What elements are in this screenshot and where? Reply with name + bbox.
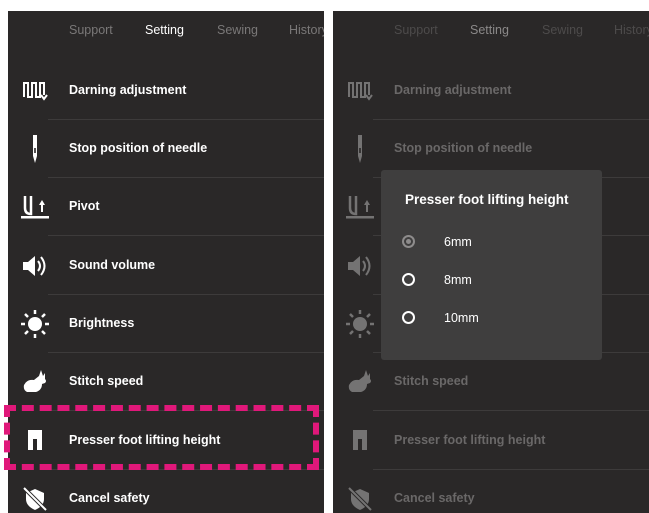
option-10mm[interactable]: 10mm <box>402 307 582 331</box>
menu-item-pivot[interactable]: Pivot <box>8 178 324 236</box>
speaker-icon <box>20 251 50 281</box>
option-8mm[interactable]: 8mm <box>402 269 582 293</box>
tab-support[interactable]: Support <box>69 23 113 37</box>
menu-item-label: Stop position of needle <box>69 141 208 155</box>
menu-item-stitch-speed[interactable]: Stitch speed <box>8 353 324 411</box>
sun-icon <box>20 309 50 339</box>
menu-item-stop-position-of-needle[interactable]: Stop position of needle <box>8 120 324 178</box>
tab-history[interactable]: History <box>289 23 324 37</box>
menu-item-cancel-safety: Cancel safety <box>333 470 649 513</box>
menu-item-label: Darning adjustment <box>394 83 512 97</box>
menu-item-darning-adjustment[interactable]: Darning adjustment <box>8 62 324 120</box>
radio[interactable] <box>402 311 415 324</box>
option-label: 6mm <box>444 235 472 249</box>
menu-item-brightness[interactable]: Brightness <box>8 295 324 353</box>
option-label: 8mm <box>444 273 472 287</box>
tab-history: History <box>614 23 649 37</box>
tab-sewing: Sewing <box>542 23 583 37</box>
darning-icon <box>345 76 375 106</box>
menu-item-label: Brightness <box>69 316 135 330</box>
pivot-icon <box>345 192 375 222</box>
menu-item-label: Cancel safety <box>394 491 475 505</box>
menu-item-stitch-speed: Stitch speed <box>333 353 649 411</box>
menu-item-label: Stitch speed <box>394 374 469 388</box>
pivot-icon <box>20 192 50 222</box>
tab-setting: Setting <box>470 23 509 37</box>
option-6mm[interactable]: 6mm <box>402 231 582 255</box>
cancel-safety-icon <box>20 484 50 513</box>
speaker-icon <box>345 251 375 281</box>
menu-item-label: Darning adjustment <box>69 83 187 97</box>
tab-bar: Support Setting Sewing History <box>333 11 649 51</box>
menu-item-label: Cancel safety <box>69 491 150 505</box>
settings-screen: Support Setting Sewing History Darning a… <box>8 11 324 513</box>
presser-foot-icon <box>20 426 50 456</box>
divider <box>48 410 324 411</box>
menu-item-label: Presser foot lifting height <box>69 433 221 447</box>
menu-item-sound-volume[interactable]: Sound volume <box>8 237 324 295</box>
menu-item-label: Presser foot lifting height <box>394 433 546 447</box>
radio[interactable] <box>402 273 415 286</box>
tab-sewing[interactable]: Sewing <box>217 23 258 37</box>
radio-selected[interactable] <box>402 235 415 248</box>
needle-icon <box>20 134 50 164</box>
tab-support: Support <box>394 23 438 37</box>
menu-item-label: Stop position of needle <box>394 141 533 155</box>
rabbit-icon <box>20 367 50 397</box>
presser-foot-height-dialog: Presser foot lifting height 6mm 8mm 10mm <box>381 170 602 360</box>
divider <box>48 235 324 236</box>
settings-screen-with-dialog: Support Setting Sewing History Darning a… <box>333 11 649 513</box>
cancel-safety-icon <box>345 484 375 513</box>
menu-item-darning-adjustment: Darning adjustment <box>333 62 649 120</box>
tab-bar: Support Setting Sewing History <box>8 11 324 51</box>
menu-item-presser-foot-lifting-height[interactable]: Presser foot lifting height <box>8 412 324 470</box>
menu-item-presser-foot-lifting-height: Presser foot lifting height <box>333 412 649 470</box>
darning-icon <box>20 76 50 106</box>
menu-item-label: Pivot <box>69 199 100 213</box>
needle-icon <box>345 134 375 164</box>
tab-setting[interactable]: Setting <box>145 23 184 37</box>
menu-item-cancel-safety[interactable]: Cancel safety <box>8 470 324 513</box>
rabbit-icon <box>345 367 375 397</box>
menu-item-label: Sound volume <box>69 258 156 272</box>
option-label: 10mm <box>444 311 479 325</box>
divider <box>373 410 649 411</box>
presser-foot-icon <box>345 426 375 456</box>
dialog-title: Presser foot lifting height <box>405 192 569 207</box>
menu-item-label: Stitch speed <box>69 374 144 388</box>
sun-icon <box>345 309 375 339</box>
